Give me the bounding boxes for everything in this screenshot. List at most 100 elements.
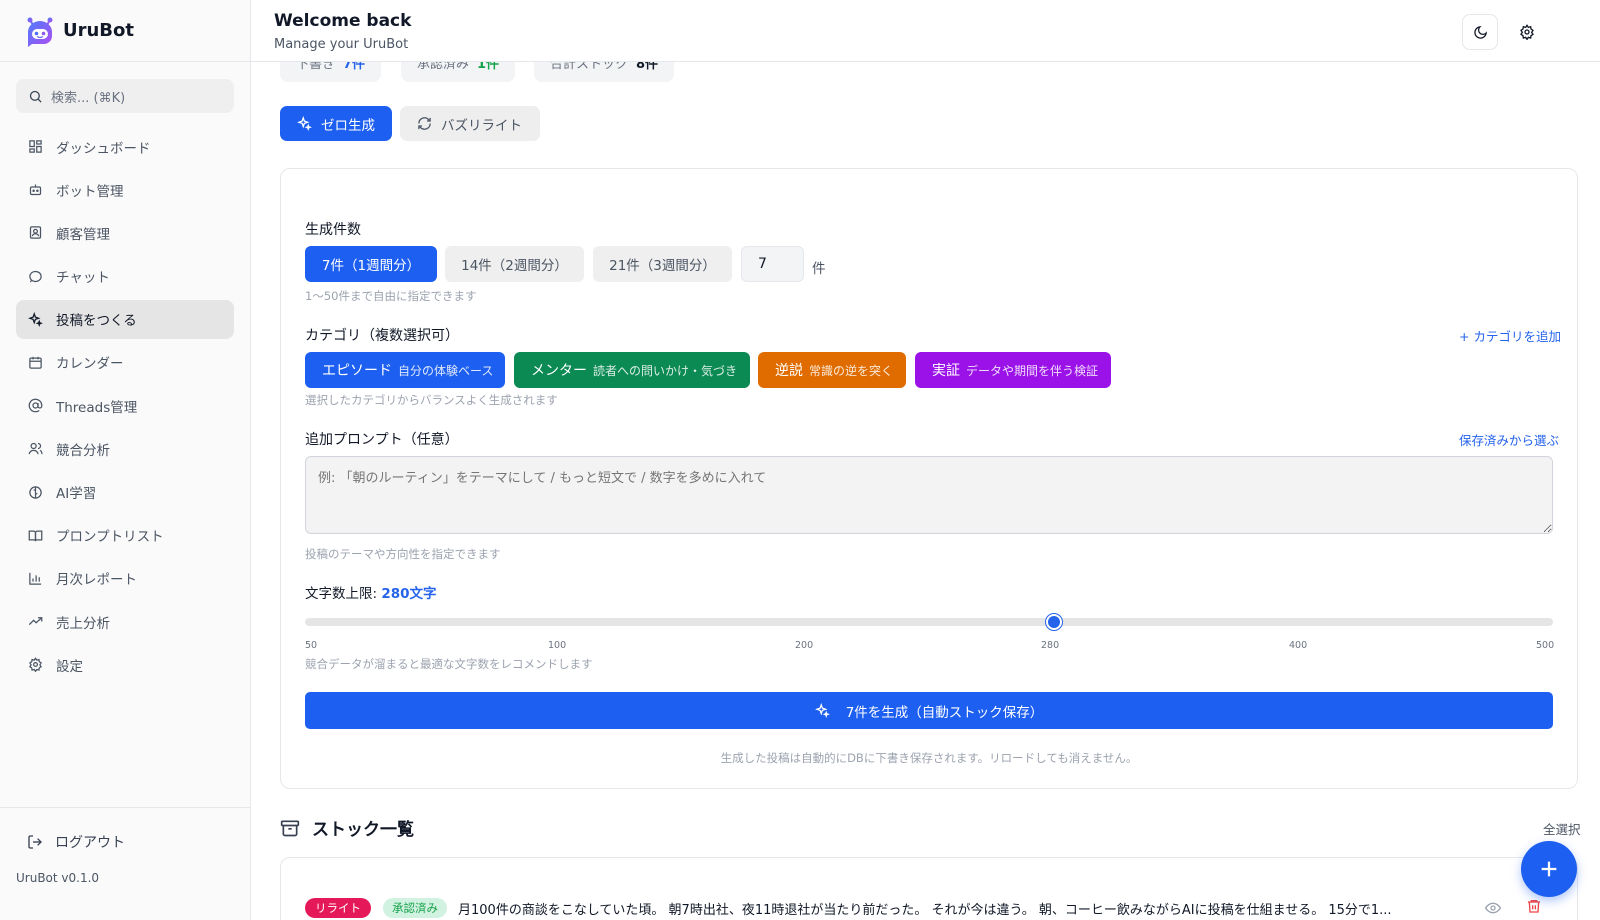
trending-up-icon [27, 614, 43, 630]
add-category-link[interactable]: + カテゴリを追加 [1459, 326, 1561, 345]
category-name: メンター [531, 363, 587, 379]
category-paradox[interactable]: 逆説 常識の逆を突く [758, 352, 906, 388]
sidebar-item-label: 投稿をつくる [56, 313, 137, 330]
prompt-textarea[interactable] [305, 456, 1553, 534]
sidebar-item-competitors[interactable]: 競合分析 [16, 429, 234, 468]
char-limit-slider[interactable] [305, 618, 1553, 626]
top-header: Welcome back Manage your UruBot [251, 0, 1600, 62]
refresh-icon [418, 117, 431, 130]
bot-icon [27, 182, 43, 198]
header-settings-button[interactable] [1509, 14, 1545, 50]
archive-icon [280, 820, 300, 836]
category-desc: 自分の体験ベース [398, 363, 494, 378]
sidebar-item-label: 競合分析 [56, 442, 110, 459]
count-label: 生成件数 [305, 222, 361, 238]
tab-buzz-rewrite[interactable]: バズリライト [400, 106, 540, 141]
sidebar-item-bots[interactable]: ボット管理 [16, 170, 234, 209]
tab-label: ゼロ生成 [321, 117, 375, 134]
char-limit-value: 280文字 [381, 586, 437, 602]
preview-button[interactable] [1484, 900, 1502, 920]
slider-tick: 100 [548, 640, 567, 651]
count-unit: 件 [812, 261, 826, 277]
calendar-icon [27, 354, 43, 370]
page-subtitle: Manage your UruBot [274, 37, 409, 52]
sidebar-item-monthly-report[interactable]: 月次レポート [16, 559, 234, 598]
app-name: UruBot [63, 20, 134, 41]
search-input[interactable]: 検索... (⌘K) [51, 87, 125, 106]
search-box[interactable]: 検索... (⌘K) [16, 79, 234, 113]
sidebar-item-calendar[interactable]: カレンダー [16, 343, 234, 382]
gear-icon [1520, 24, 1534, 40]
sparkles-icon [814, 703, 830, 718]
brand[interactable]: UruBot [0, 0, 250, 62]
sidebar-item-chat[interactable]: チャット [16, 257, 234, 296]
urubot-logo-icon [27, 17, 53, 47]
category-name: 逆説 [775, 363, 803, 379]
stock-header: ストック一覧 [280, 815, 414, 840]
char-limit-label: 文字数上限: 280文字 [305, 582, 437, 602]
tab-label: バズリライト [441, 117, 522, 134]
add-fab-button[interactable] [1521, 841, 1577, 897]
category-desc: 読者への問いかけ・気づき [593, 363, 738, 378]
sidebar-item-label: 設定 [56, 658, 83, 675]
category-hint: 選択したカテゴリからバランスよく生成されます [305, 393, 558, 407]
select-all-button[interactable]: 全選択 [1543, 819, 1581, 838]
sidebar-nav: ダッシュボード ボット管理 顧客管理 チャット 投稿をつくる カレンダー Thr… [16, 127, 234, 688]
theme-toggle-button[interactable] [1462, 14, 1498, 50]
count-input[interactable] [741, 246, 804, 282]
sidebar-item-create-post[interactable]: 投稿をつくる [16, 299, 234, 339]
logout-button[interactable]: ログアウト [27, 832, 125, 852]
trash-icon [1528, 900, 1540, 913]
sidebar-item-prompts[interactable]: プロンプトリスト [16, 516, 234, 555]
dashboard-icon [27, 139, 43, 155]
prompt-label: 追加プロンプト（任意） [305, 432, 459, 448]
eye-icon [1484, 902, 1502, 914]
generate-note: 生成した投稿は自動的にDBに下書き保存されます。リロードしても消えません。 [720, 751, 1138, 765]
sidebar-item-dashboard[interactable]: ダッシュボード [16, 127, 234, 166]
sidebar-item-label: 顧客管理 [56, 226, 110, 243]
sidebar-item-label: AI学習 [56, 486, 97, 502]
page-title: Welcome back [274, 11, 412, 31]
sidebar-item-label: 月次レポート [56, 572, 137, 589]
sidebar-item-ai-learning[interactable]: AI学習 [16, 473, 234, 512]
sidebar: UruBot 検索... (⌘K) ダッシュボード ボット管理 顧客管理 チャッ… [0, 0, 251, 920]
sidebar-item-label: 売上分析 [56, 615, 110, 632]
sidebar-item-customers[interactable]: 顧客管理 [16, 213, 234, 252]
sidebar-item-label: カレンダー [56, 356, 124, 373]
plus-icon [1541, 861, 1557, 877]
brain-icon [27, 484, 43, 500]
count-option-14[interactable]: 14件（2週間分） [445, 246, 584, 282]
category-episode[interactable]: エピソード 自分の体験ベース [305, 352, 505, 388]
at-sign-icon [27, 398, 43, 414]
sidebar-item-threads[interactable]: Threads管理 [16, 386, 234, 425]
category-name: エピソード [322, 363, 392, 379]
contact-icon [27, 225, 43, 241]
sidebar-item-label: プロンプトリスト [56, 529, 164, 546]
generate-label: 7件を生成（自動ストック保存） [845, 704, 1044, 721]
slider-tick: 280 [1041, 640, 1060, 651]
slider-tick: 400 [1289, 640, 1308, 651]
sidebar-item-label: ボット管理 [56, 183, 124, 200]
category-desc: 常識の逆を突く [809, 363, 894, 378]
category-name: 実証 [932, 363, 960, 379]
stock-item-text[interactable]: 月100件の商談をこなしていた頃。 朝7時出社、夜11時退社が当たり前だった。 … [458, 899, 1450, 918]
category-mentor[interactable]: メンター 読者への問いかけ・気づき [514, 352, 750, 388]
bar-chart-icon [27, 570, 43, 586]
count-option-21[interactable]: 21件（3週間分） [593, 246, 732, 282]
sidebar-item-sales[interactable]: 売上分析 [16, 602, 234, 641]
count-option-7[interactable]: 7件（1週間分） [305, 246, 437, 282]
char-limit-caption: 文字数上限: [305, 586, 378, 602]
char-limit-slider-thumb[interactable] [1045, 614, 1062, 630]
tab-zero-generate[interactable]: ゼロ生成 [280, 106, 392, 141]
category-proof[interactable]: 実証 データや期間を伴う検証 [915, 352, 1111, 388]
app-version: UruBot v0.1.0 [16, 871, 100, 885]
saved-prompts-link[interactable]: 保存済みから選ぶ [1459, 430, 1559, 449]
sidebar-footer: ログアウト UruBot v0.1.0 [0, 807, 250, 920]
sidebar-item-settings[interactable]: 設定 [16, 645, 234, 684]
logout-label: ログアウト [55, 835, 125, 851]
sidebar-item-label: ダッシュボード [56, 140, 151, 157]
delete-button[interactable] [1526, 898, 1542, 918]
moon-icon [1473, 25, 1487, 39]
generate-button[interactable]: 7件を生成（自動ストック保存） [305, 692, 1553, 729]
sidebar-item-label: チャット [56, 270, 110, 287]
